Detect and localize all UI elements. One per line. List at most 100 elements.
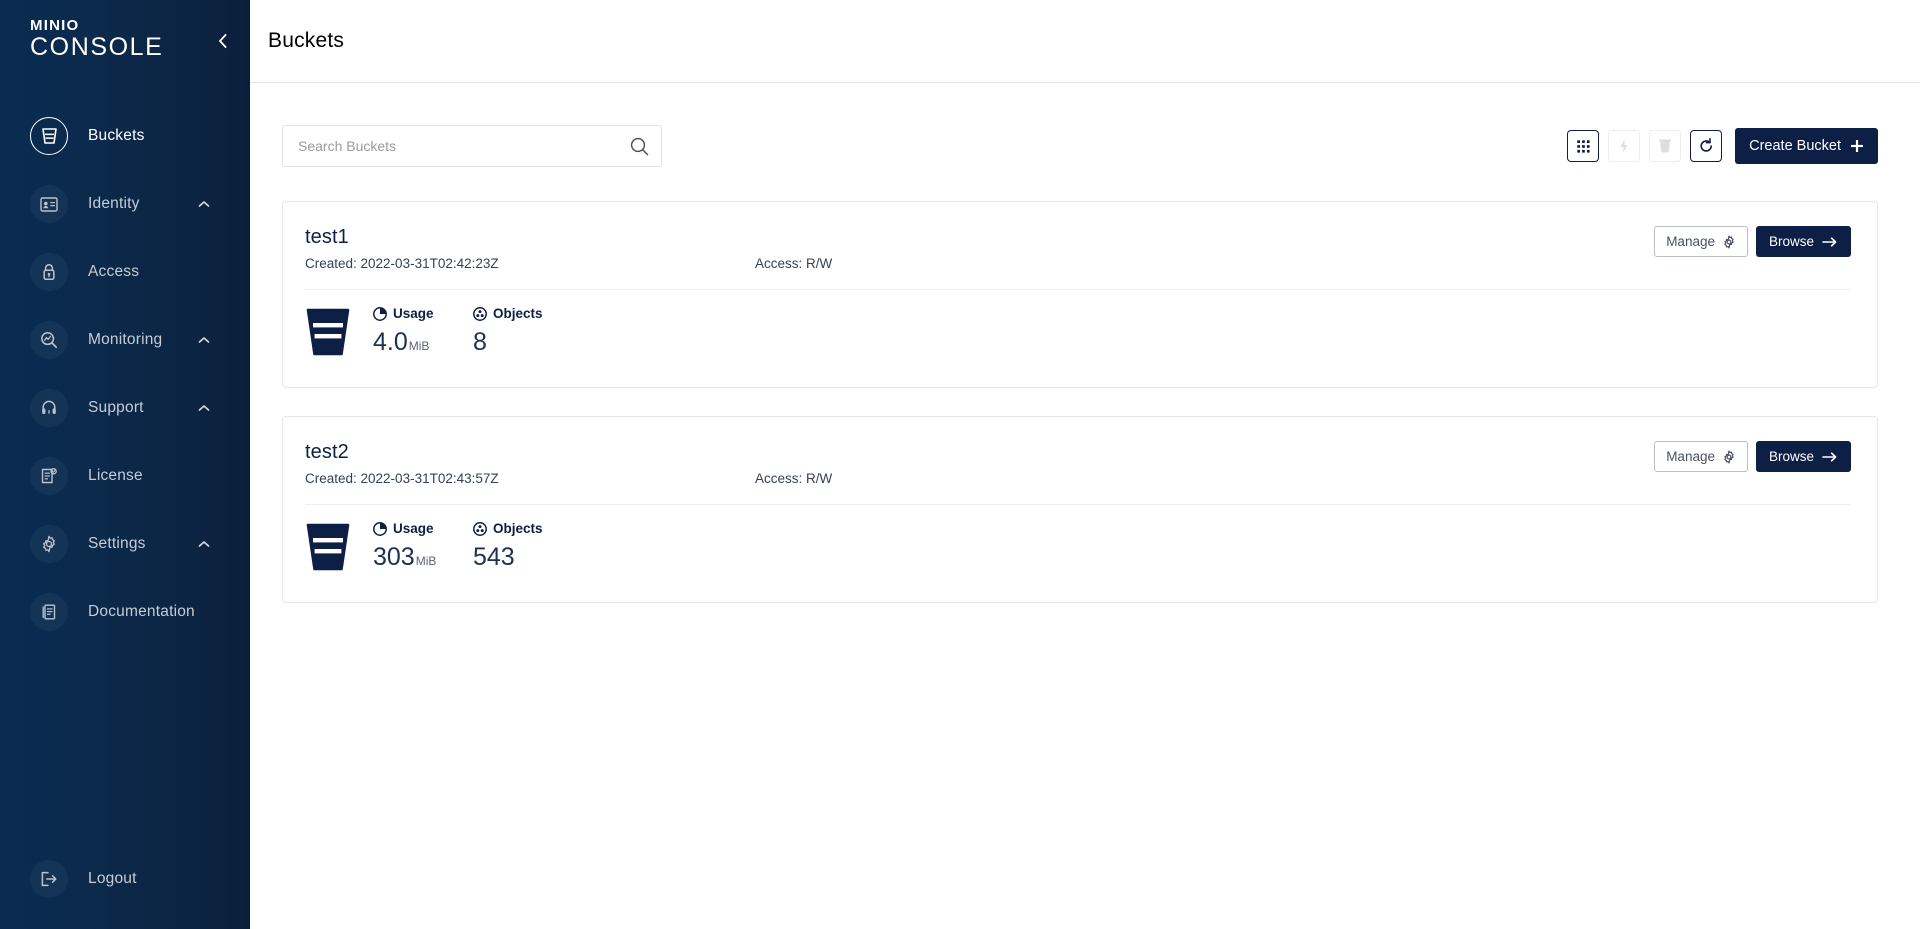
logo-block: MINIO CONSOLE xyxy=(0,0,250,70)
usage-stat: Usage 303MiB xyxy=(373,521,447,576)
chevron-up-icon[interactable] xyxy=(196,196,212,212)
page-title: Buckets xyxy=(268,29,345,52)
grid-view-button[interactable] xyxy=(1567,130,1600,162)
book-icon xyxy=(30,593,68,631)
bucket-icon xyxy=(305,523,351,576)
sidebar-item-logout[interactable]: Logout xyxy=(0,849,250,909)
objects-stat: Objects 543 xyxy=(473,521,543,572)
search-icon[interactable] xyxy=(628,135,650,157)
chevron-up-icon[interactable] xyxy=(196,536,212,552)
refresh-icon xyxy=(1700,138,1712,152)
usage-stat: Usage 4.0MiB xyxy=(373,306,447,361)
bucket-card[interactable]: test1 Created: 2022-03-31T02:42:23Z Acce… xyxy=(282,201,1878,388)
bucket-meta: Created: 2022-03-31T02:42:23Z Access: R/… xyxy=(305,256,1654,271)
objects-value: 8 xyxy=(473,328,487,356)
usage-label-text: Usage xyxy=(393,306,434,321)
sidebar-item-support[interactable]: Support xyxy=(0,374,250,442)
page-content: Create Bucket test1 xyxy=(250,83,1920,929)
search-input[interactable] xyxy=(282,125,662,167)
usage-value: 303MiB xyxy=(373,542,447,576)
bucket-access: Access: R/W xyxy=(755,256,833,271)
bucket-meta: Created: 2022-03-31T02:43:57Z Access: R/… xyxy=(305,471,1654,486)
bucket-card-header: test1 Created: 2022-03-31T02:42:23Z Acce… xyxy=(305,224,1851,271)
sidebar-item-identity[interactable]: Identity xyxy=(0,170,250,238)
bucket-card-header: test2 Created: 2022-03-31T02:43:57Z Acce… xyxy=(305,439,1851,486)
lock-icon xyxy=(30,253,68,291)
sidebar-item-label: License xyxy=(88,467,143,484)
objects-icon xyxy=(473,306,487,321)
create-bucket-label: Create Bucket xyxy=(1749,138,1841,154)
browse-button[interactable]: Browse xyxy=(1755,441,1851,472)
page-header: Buckets xyxy=(250,0,1920,83)
browse-button-label: Browse xyxy=(1768,449,1814,464)
sidebar-item-label: Access xyxy=(88,263,140,280)
pie-chart-icon xyxy=(373,306,387,321)
sidebar-item-label: Logout xyxy=(88,870,137,887)
usage-value-number: 303 xyxy=(373,543,415,571)
bucket-name: test1 xyxy=(305,226,349,248)
app-root: MINIO CONSOLE Buckets Identity Access Mo… xyxy=(0,0,1920,929)
sidebar-item-label: Identity xyxy=(88,195,140,212)
search-box xyxy=(282,125,662,167)
sidebar-item-license[interactable]: License xyxy=(0,442,250,510)
sidebar-item-label: Buckets xyxy=(88,127,145,144)
objects-label-text: Objects xyxy=(493,306,543,321)
bucket-created: Created: 2022-03-31T02:43:57Z xyxy=(305,471,499,486)
bucket-created: Created: 2022-03-31T02:42:23Z xyxy=(305,256,499,271)
identity-card-icon xyxy=(30,185,68,223)
gear-icon xyxy=(1724,450,1734,463)
create-bucket-button[interactable]: Create Bucket xyxy=(1735,128,1878,164)
bucket-card-actions: Manage Browse xyxy=(1654,226,1851,257)
sidebar-item-access[interactable]: Access xyxy=(0,238,250,306)
objects-icon xyxy=(473,521,487,536)
objects-stat-label: Objects xyxy=(473,306,543,321)
sidebar-collapse-button[interactable] xyxy=(212,30,234,52)
browse-button-label: Browse xyxy=(1768,234,1814,249)
buckets-toolbar: Create Bucket xyxy=(282,125,1878,167)
support-headset-icon xyxy=(30,389,68,427)
browse-button[interactable]: Browse xyxy=(1755,226,1851,257)
sidebar-item-label: Support xyxy=(88,399,144,416)
sidebar-logout-section: Logout xyxy=(0,849,250,929)
bolt-icon xyxy=(1620,139,1628,153)
usage-stat-label: Usage xyxy=(373,521,447,536)
sidebar-item-buckets[interactable]: Buckets xyxy=(0,102,250,170)
logout-icon xyxy=(30,860,68,898)
lifecycle-button[interactable] xyxy=(1608,130,1641,162)
objects-value: 543 xyxy=(473,543,515,571)
gear-icon xyxy=(1724,235,1734,248)
objects-stat-label: Objects xyxy=(473,521,543,536)
manage-button-label: Manage xyxy=(1666,234,1715,249)
bucket-icon xyxy=(305,308,351,361)
bucket-access: Access: R/W xyxy=(755,471,833,486)
magnifier-chart-icon xyxy=(30,321,68,359)
refresh-button[interactable] xyxy=(1690,130,1723,162)
chevron-up-icon[interactable] xyxy=(196,332,212,348)
pie-chart-icon xyxy=(373,521,387,536)
bucket-card-actions: Manage Browse xyxy=(1654,441,1851,472)
arrow-right-icon xyxy=(1822,236,1837,247)
bucket-icon xyxy=(30,117,68,155)
usage-label-text: Usage xyxy=(393,521,434,536)
usage-value: 4.0MiB xyxy=(373,327,447,361)
arrow-right-icon xyxy=(1822,451,1837,462)
sidebar-item-label: Documentation xyxy=(88,603,195,620)
manage-button[interactable]: Manage xyxy=(1654,441,1748,472)
bucket-name: test2 xyxy=(305,441,349,463)
objects-stat: Objects 8 xyxy=(473,306,543,357)
usage-value-number: 4.0 xyxy=(373,328,408,356)
chevron-up-icon[interactable] xyxy=(196,400,212,416)
objects-label-text: Objects xyxy=(493,521,543,536)
gear-icon xyxy=(30,525,68,563)
bucket-stats: Usage 303MiB Objects 543 xyxy=(305,505,1851,576)
bucket-card[interactable]: test2 Created: 2022-03-31T02:43:57Z Acce… xyxy=(282,416,1878,603)
grid-icon xyxy=(1576,139,1590,153)
sidebar-item-documentation[interactable]: Documentation xyxy=(0,578,250,646)
sidebar-item-settings[interactable]: Settings xyxy=(0,510,250,578)
sidebar-item-monitoring[interactable]: Monitoring xyxy=(0,306,250,374)
manage-button[interactable]: Manage xyxy=(1654,226,1748,257)
delete-button[interactable] xyxy=(1649,130,1682,162)
bucket-list: test1 Created: 2022-03-31T02:42:23Z Acce… xyxy=(282,201,1878,603)
sidebar-nav: Buckets Identity Access Monitoring Suppo… xyxy=(0,102,250,849)
chevron-left-icon xyxy=(218,33,227,49)
